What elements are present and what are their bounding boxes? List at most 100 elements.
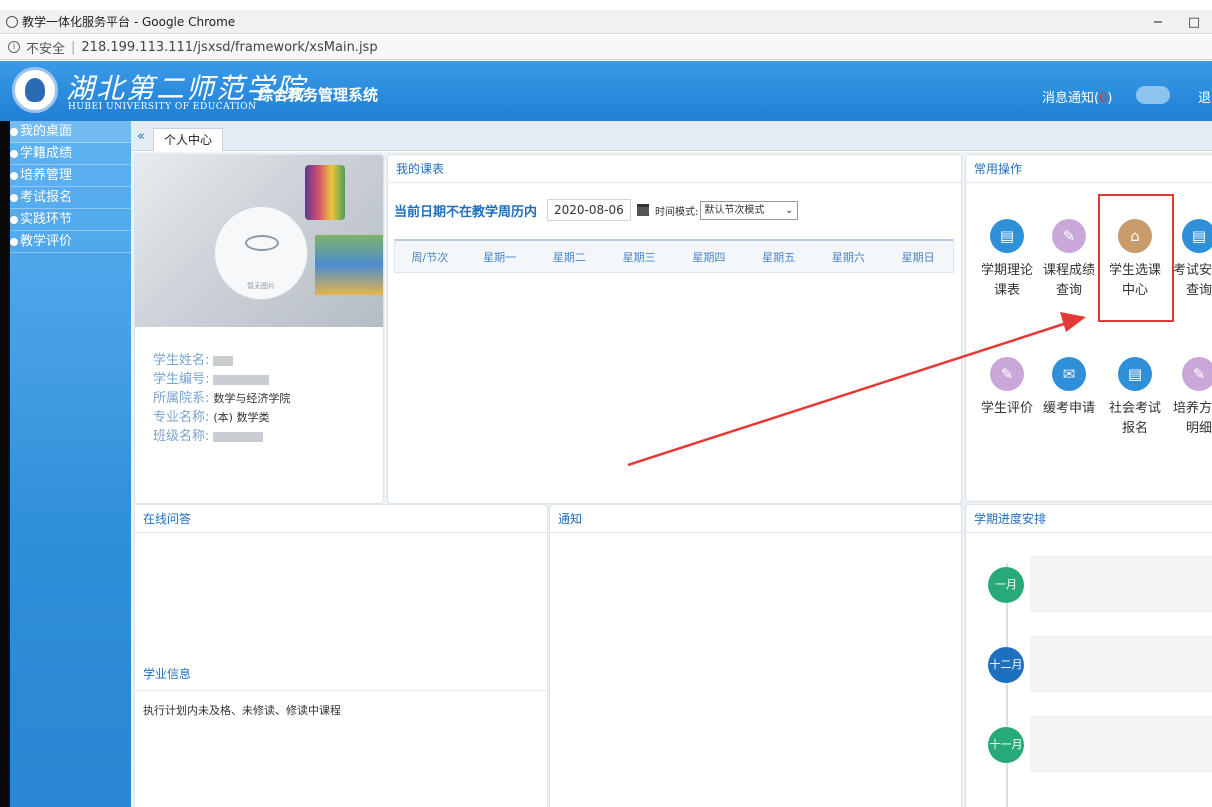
sidebar-item-practice[interactable]: 实践环节 [10, 209, 131, 231]
profile-info: 学生姓名: 学生编号: 所属院系: 数学与经济学院 专业名称: (本) 数学类 班级… [153, 351, 290, 446]
month-badge: 十一月 [988, 727, 1024, 763]
op-label-line1: 社会考试 [1108, 401, 1161, 416]
calendar-icon[interactable] [637, 204, 650, 216]
field-label: 学生编号: [153, 372, 210, 387]
sidebar-item-records[interactable]: 学籍成绩 [10, 143, 131, 165]
bullet-icon [10, 193, 18, 202]
column-header: 星期二 [552, 250, 586, 264]
window-title: 教学一体化服务平台 - Google Chrome [22, 15, 236, 29]
document-icon: ▤ [990, 219, 1024, 253]
notice-panel: 通知 [549, 504, 962, 807]
security-label: 不安全 [26, 41, 66, 57]
chevron-down-icon: ⌄ [785, 204, 794, 216]
collapse-sidebar-button[interactable]: « [137, 129, 145, 144]
date-input[interactable]: 2020-08-06 [547, 199, 632, 221]
op-label-line2: 查询 [1055, 283, 1082, 298]
info-icon[interactable]: i [8, 41, 20, 53]
mode-label: 时间模式: [655, 206, 699, 218]
sidebar-item-label: 教学评价 [20, 233, 73, 249]
timeline-item: 十二月 [988, 635, 1212, 693]
bullet-icon [10, 171, 18, 180]
redacted-value [213, 374, 270, 385]
bullet-icon [10, 127, 18, 136]
op-deferred-exam[interactable]: ✉ 缓考申请 [1036, 357, 1102, 419]
app-header: 湖北第二师范学院 HUBEI UNIVERSITY OF EDUCATION 综… [0, 61, 1212, 121]
department-row: 所属院系: 数学与经济学院 [153, 389, 290, 408]
op-label-line1: 学期理论 [980, 263, 1033, 278]
mode-value: 默认节次模式 [704, 204, 765, 216]
semester-progress-panel: 学期进度安排 一月 十二月 十一月 [965, 504, 1212, 807]
op-social-exam-registration[interactable]: ▤ 社会考试 报名 [1102, 357, 1168, 439]
document-icon: ▤ [1182, 219, 1212, 253]
pen-icon: ✎ [990, 357, 1024, 391]
op-semester-timetable[interactable]: ▤ 学期理论 课表 [974, 219, 1040, 301]
mail-icon: ✉ [1052, 357, 1086, 391]
online-qa-panel: 在线问答 学业信息 执行计划内未及格、未修读、修读中课程 [134, 504, 549, 807]
sidebar-item-exam-registration[interactable]: 考试报名 [10, 187, 131, 209]
op-label-line2: 明细 [1185, 421, 1212, 436]
major-row: 专业名称: (本) 数学类 [153, 408, 290, 427]
ufo-icon [245, 235, 279, 251]
schedule-panel: 我的课表 当前日期不在教学周历内 2020-08-06 时间模式: 默认节次模式… [387, 154, 962, 504]
field-value: (本) 数学类 [213, 411, 270, 424]
op-student-evaluation[interactable]: ✎ 学生评价 [974, 357, 1040, 419]
divider: | [71, 39, 76, 55]
op-label-line1: 培养方案 [1172, 401, 1212, 416]
pen-icon: ✎ [1052, 219, 1086, 253]
op-training-plan-detail[interactable]: ✎ 培养方案 明细 [1166, 357, 1212, 439]
mode-select[interactable]: 默认节次模式 ⌄ [700, 200, 799, 220]
maximize-button[interactable]: □ [1176, 15, 1212, 30]
bullet-icon [10, 215, 18, 224]
document-icon: ▤ [1118, 357, 1152, 391]
panel-title: 我的课表 [388, 155, 961, 183]
op-label-line2: 报名 [1121, 421, 1148, 436]
field-label: 学生姓名: [153, 353, 210, 368]
class-row: 班级名称: [153, 427, 290, 446]
common-operations-panel: 常用操作 ▤ 学期理论 课表 ✎ 课程成绩 查询 ⌂ 学生选课 中心 ▤ 考试安… [965, 154, 1212, 502]
month-badge: 十二月 [988, 647, 1024, 683]
logout-button[interactable]: 退 [1198, 87, 1211, 106]
schedule-warning: 当前日期不在教学周历内 [394, 204, 538, 220]
schedule-toolbar: 当前日期不在教学周历内 2020-08-06 时间模式: 默认节次模式 ⌄ [394, 199, 799, 221]
pencil-cup-image [305, 165, 345, 220]
system-name: 综合教务管理系统 [258, 86, 379, 104]
sidebar-item-training[interactable]: 培养管理 [10, 165, 131, 187]
profile-panel: 暂无图片 学生姓名: 学生编号: 所属院系: 数学与经济学院 专业名称: (本) 数… [134, 154, 384, 504]
redacted-value [213, 431, 264, 442]
column-header: 星期日 [901, 250, 935, 264]
url-text[interactable]: 218.199.113.111/jsxsd/framework/xsMain.j… [81, 40, 377, 55]
sidebar-item-label: 考试报名 [20, 189, 73, 205]
field-value: 数学与经济学院 [213, 392, 291, 405]
highlight-annotation [1098, 194, 1174, 322]
sidebar-item-desktop[interactable]: 我的桌面 [10, 121, 131, 143]
message-suffix: ) [1107, 91, 1113, 106]
minimize-button[interactable]: − [1140, 15, 1176, 30]
panel-title: 常用操作 [966, 155, 1212, 183]
study-info-link[interactable]: 执行计划内未及格、未修读、修读中课程 [143, 702, 341, 718]
column-header: 星期四 [692, 250, 726, 264]
timeline-card [1030, 635, 1212, 693]
bullet-icon [10, 149, 18, 158]
tab-personal-center[interactable]: 个人中心 [153, 128, 224, 151]
column-header: 星期五 [762, 250, 796, 264]
panel-title: 学期进度安排 [966, 505, 1212, 533]
user-avatar[interactable] [1136, 86, 1170, 104]
study-info-title: 学业信息 [143, 667, 192, 681]
student-id-row: 学生编号: [153, 370, 290, 389]
tab-strip: « 个人中心 [131, 121, 1212, 151]
timeline-item: 十一月 [988, 715, 1212, 773]
sidebar-item-evaluation[interactable]: 教学评价 [10, 231, 131, 253]
window-controls: − □ [1140, 10, 1212, 34]
field-label: 所属院系: [153, 391, 210, 406]
op-grade-query[interactable]: ✎ 课程成绩 查询 [1036, 219, 1102, 301]
redacted-value [213, 355, 234, 366]
avatar[interactable]: 暂无图片 [214, 206, 308, 300]
column-header: 星期三 [622, 250, 656, 264]
sidebar-item-label: 学籍成绩 [20, 145, 73, 161]
message-label: 消息通知( [1042, 91, 1100, 106]
bullet-icon [10, 237, 18, 246]
message-notification[interactable]: 消息通知(0) [1042, 87, 1112, 106]
op-label-line1: 学生评价 [980, 401, 1033, 416]
address-bar[interactable]: i 不安全 | 218.199.113.111/jsxsd/framework/… [0, 35, 1212, 60]
university-name-en: HUBEI UNIVERSITY OF EDUCATION [68, 102, 257, 112]
